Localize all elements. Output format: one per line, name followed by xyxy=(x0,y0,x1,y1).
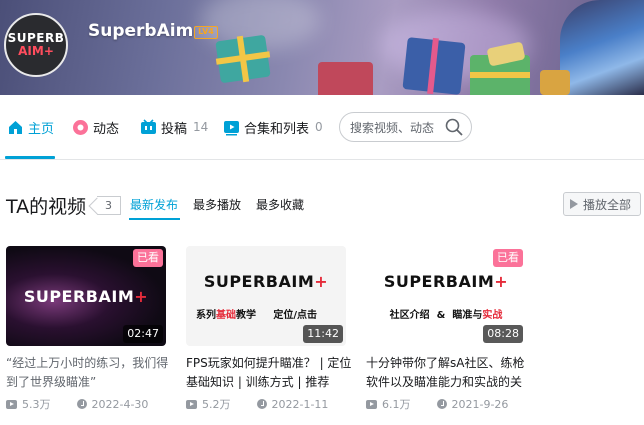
tab-count: 0 xyxy=(315,120,323,134)
profile-banner: SUPERB AIM+ SuperbAim LV4 xyxy=(0,0,644,95)
play-count-icon xyxy=(6,399,17,409)
avatar[interactable]: SUPERB AIM+ xyxy=(4,13,68,77)
play-count: 5.2万 xyxy=(202,398,231,411)
play-count-icon xyxy=(186,399,197,409)
search-icon[interactable] xyxy=(444,117,464,141)
play-all-button[interactable]: 播放全部 xyxy=(563,192,641,216)
video-meta: 6.1万 2021-9-26 xyxy=(366,396,526,412)
profile-nav: 主页 动态 投稿 14 合集和列表 0 xyxy=(0,95,644,160)
tab-label: 合集和列表 xyxy=(244,121,310,137)
watched-badge: 已看 xyxy=(493,249,523,267)
tab-upload[interactable]: 投稿 14 xyxy=(139,117,208,137)
publish-date: 2022-1-11 xyxy=(271,397,329,411)
tab-label: 主页 xyxy=(28,121,55,137)
publish-date: 2022-4-30 xyxy=(91,397,149,411)
section-title: TA的视频 xyxy=(6,196,87,218)
search-input[interactable] xyxy=(350,119,445,136)
video-count-badge: 3 xyxy=(97,196,121,215)
active-tab-indicator xyxy=(5,156,55,159)
active-sort-indicator xyxy=(129,218,180,220)
video-title[interactable]: “经过上万小时的练习，我们得到了世界级瞄准” xyxy=(6,354,176,392)
video-card[interactable]: SUPERBAIM+ 已看 02:47 “经过上万小时的练习，我们得到了世界级瞄… xyxy=(6,246,168,412)
thumbnail-logo: SUPERBAIM+ xyxy=(203,272,329,291)
video-thumbnail[interactable]: SUPERBAIM+ 系列基础教学 定位/点击 11:42 xyxy=(186,246,346,346)
video-thumbnail[interactable]: SUPERBAIM+ 已看 02:47 xyxy=(6,246,166,346)
publish-date: 2021-9-26 xyxy=(451,397,509,411)
tab-label: 投稿 xyxy=(161,121,188,137)
thumbnail-logo: SUPERBAIM+ xyxy=(23,287,149,306)
avatar-text: AIM+ xyxy=(18,44,54,58)
video-title[interactable]: 十分钟带你了解sA社区、练枪软件以及瞄准能力和实战的关 xyxy=(366,354,536,392)
video-meta: 5.3万 2022-4-30 xyxy=(6,396,166,412)
tab-home[interactable]: 主页 xyxy=(6,117,54,137)
play-all-label: 播放全部 xyxy=(583,197,632,212)
video-card[interactable]: SUPERBAIM+ 系列基础教学 定位/点击 11:42 FPS玩家如何提升瞄… xyxy=(186,246,351,412)
thumbnail-subtitle: 社区介绍 & 瞄准与实战 xyxy=(389,310,503,321)
upload-icon xyxy=(139,118,157,136)
collection-icon xyxy=(222,118,240,136)
search-box[interactable] xyxy=(339,112,472,142)
clock-icon xyxy=(436,399,447,409)
username: SuperbAim xyxy=(88,21,194,41)
gift-decoration xyxy=(540,70,570,95)
play-count: 5.3万 xyxy=(22,398,51,411)
sort-tab-newest[interactable]: 最新发布 xyxy=(130,196,178,213)
duration-badge: 11:42 xyxy=(303,325,343,343)
video-card[interactable]: SUPERBAIM+ 社区介绍 & 瞄准与实战 已看 08:28 十分钟带你了解… xyxy=(366,246,526,412)
tab-count: 14 xyxy=(193,120,209,134)
level-badge: LV4 xyxy=(194,26,218,39)
sort-tab-most-played[interactable]: 最多播放 xyxy=(193,196,241,213)
duration-badge: 08:28 xyxy=(483,325,523,343)
video-meta: 5.2万 2022-1-11 xyxy=(186,396,346,412)
tab-dynamic[interactable]: 动态 xyxy=(71,117,119,137)
video-thumbnail[interactable]: SUPERBAIM+ 社区介绍 & 瞄准与实战 已看 08:28 xyxy=(366,246,526,346)
tab-collections[interactable]: 合集和列表 0 xyxy=(222,117,323,137)
thumbnail-logo: SUPERBAIM+ xyxy=(383,272,509,291)
clock-icon xyxy=(256,399,267,409)
character-illustration xyxy=(560,0,644,95)
sort-tab-most-favorited[interactable]: 最多收藏 xyxy=(256,196,304,213)
home-icon xyxy=(6,118,24,136)
play-count: 6.1万 xyxy=(382,398,411,411)
thumbnail-subtitle: 系列基础教学 定位/点击 xyxy=(196,310,318,321)
gift-decoration xyxy=(318,62,373,95)
play-icon xyxy=(570,199,578,209)
clock-icon xyxy=(76,399,87,409)
duration-badge: 02:47 xyxy=(123,325,163,343)
play-count-icon xyxy=(366,399,377,409)
dynamic-icon xyxy=(71,118,89,136)
video-title[interactable]: FPS玩家如何提升瞄准？ | 定位基础知识 | 训练方式 | 推荐 xyxy=(186,354,356,392)
watched-badge: 已看 xyxy=(133,249,163,267)
tab-label: 动态 xyxy=(93,121,120,137)
